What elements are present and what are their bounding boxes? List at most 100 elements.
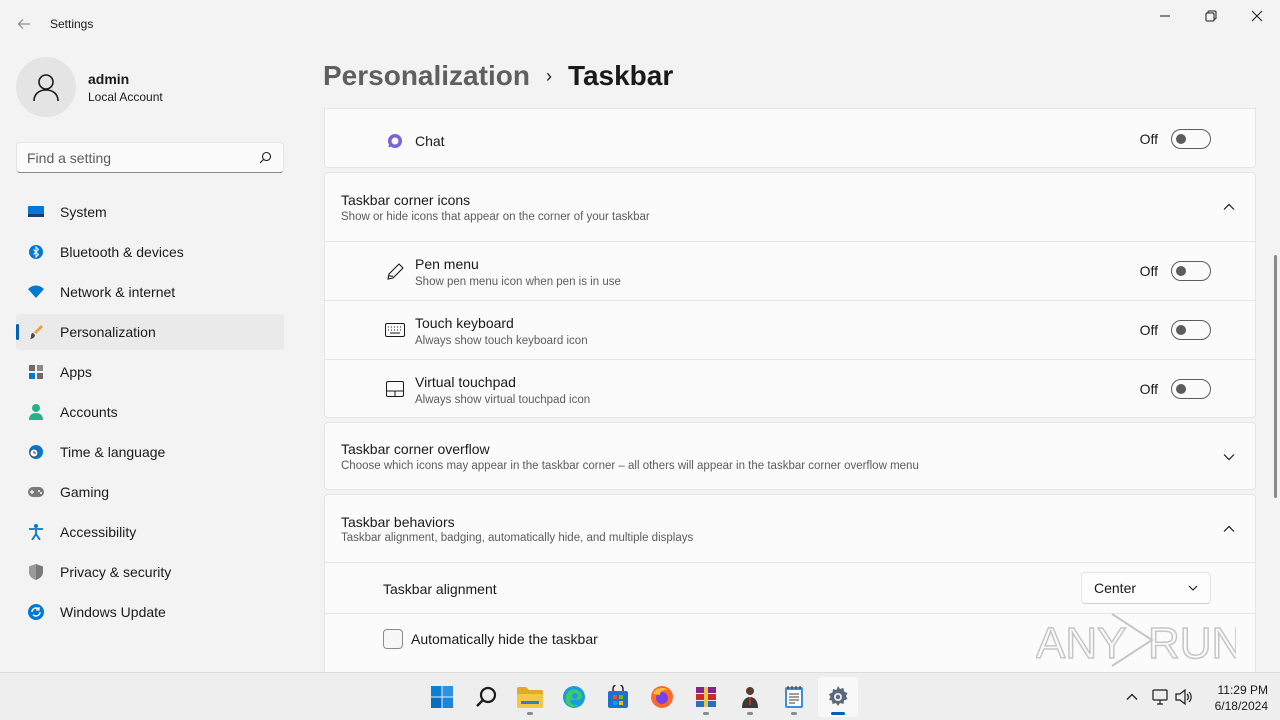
alignment-label: Taskbar alignment <box>383 581 497 597</box>
bluetooth-icon <box>28 244 44 260</box>
speaker-icon <box>1175 689 1192 705</box>
pen-menu-row: Pen menu Show pen menu icon when pen is … <box>325 241 1255 300</box>
corner-icons-header[interactable]: Taskbar corner icons Show or hide icons … <box>325 173 1255 241</box>
toggle-state-label: Off <box>1139 322 1158 338</box>
search-icon <box>476 686 497 707</box>
search-input[interactable] <box>27 149 257 166</box>
shield-icon <box>28 564 44 580</box>
taskbar-edge[interactable] <box>554 677 594 717</box>
store-icon <box>608 685 628 708</box>
virtual-touchpad-row: Virtual touchpad Always show virtual tou… <box>325 359 1255 418</box>
app-title: Settings <box>50 17 94 31</box>
sidebar-item-system[interactable]: System <box>16 194 284 230</box>
sidebar-item-time-language[interactable]: Time & language <box>16 434 284 470</box>
close-button[interactable] <box>1234 0 1280 32</box>
behaviors-header[interactable]: Taskbar behaviors Taskbar alignment, bad… <box>325 495 1255 562</box>
taskbar-clock[interactable]: 11:29 PM 6/18/2024 <box>1196 682 1268 714</box>
corner-icons-card: Taskbar corner icons Show or hide icons … <box>324 172 1256 418</box>
restore-button[interactable] <box>1188 0 1234 32</box>
sidebar-item-label: Time & language <box>60 444 166 460</box>
pen-menu-toggle[interactable] <box>1171 261 1211 281</box>
corner-overflow-card[interactable]: Taskbar corner overflow Choose which ico… <box>324 422 1256 490</box>
behaviors-subtitle: Taskbar alignment, badging, automaticall… <box>341 532 694 544</box>
taskbar-store[interactable] <box>598 677 638 717</box>
taskbar-file-explorer[interactable] <box>510 677 550 717</box>
chat-title: Chat <box>415 133 445 149</box>
virtual-touchpad-subtitle: Always show virtual touchpad icon <box>415 394 591 406</box>
chevron-up-icon[interactable] <box>1221 521 1237 537</box>
chevron-down-icon[interactable] <box>1221 449 1237 465</box>
taskbar-agent-app[interactable] <box>730 677 770 717</box>
chevron-up-icon <box>1126 693 1138 700</box>
running-indicator <box>703 712 709 715</box>
alignment-dropdown[interactable]: Center <box>1081 572 1211 604</box>
breadcrumb-parent[interactable]: Personalization <box>323 60 530 92</box>
sidebar-item-personalization[interactable]: Personalization <box>16 314 284 350</box>
edge-icon <box>563 686 585 708</box>
touch-keyboard-title: Touch keyboard <box>415 315 514 331</box>
chat-toggle-group: Off <box>1140 129 1211 149</box>
sidebar-item-bluetooth[interactable]: Bluetooth & devices <box>16 234 284 270</box>
sidebar-item-label: Accounts <box>60 404 118 420</box>
avatar <box>16 57 76 117</box>
running-indicator <box>747 712 753 715</box>
chevron-down-icon <box>1188 585 1198 591</box>
update-icon <box>28 604 44 620</box>
anyrun-watermark: ANY RUN <box>1035 608 1244 672</box>
sidebar-item-accessibility[interactable]: Accessibility <box>16 514 284 550</box>
sidebar-item-label: Bluetooth & devices <box>60 244 184 260</box>
autohide-checkbox[interactable] <box>383 629 403 649</box>
close-icon <box>1251 10 1263 22</box>
accounts-icon <box>28 404 44 420</box>
search-icon[interactable] <box>257 150 273 166</box>
chevron-right-icon: › <box>545 65 552 86</box>
windows-logo-icon <box>431 686 453 708</box>
back-button[interactable] <box>10 10 38 38</box>
file-explorer-icon <box>517 687 543 708</box>
minimize-button[interactable] <box>1142 0 1188 32</box>
taskbar-notepad[interactable] <box>774 677 814 717</box>
sidebar-item-privacy-security[interactable]: Privacy & security <box>16 554 284 590</box>
person-icon <box>33 74 59 102</box>
user-profile[interactable]: admin Local Account <box>16 57 163 117</box>
sidebar-item-gaming[interactable]: Gaming <box>16 474 284 510</box>
touchpad-icon <box>385 379 405 399</box>
toggle-state-label: Off <box>1139 131 1158 147</box>
winrar-icon <box>696 687 716 707</box>
sidebar-item-label: Windows Update <box>60 604 166 620</box>
toggle-state-label: Off <box>1139 381 1158 397</box>
network-tray-icon[interactable] <box>1148 685 1172 709</box>
taskbar-firefox[interactable] <box>642 677 682 717</box>
autohide-label[interactable]: Automatically hide the taskbar <box>411 631 598 647</box>
sidebar-item-accounts[interactable]: Accounts <box>16 394 284 430</box>
sidebar-item-apps[interactable]: Apps <box>16 354 284 390</box>
back-arrow-icon <box>17 19 30 29</box>
taskbar-winrar[interactable] <box>686 677 726 717</box>
volume-tray-icon[interactable] <box>1172 685 1196 709</box>
chat-setting-card: Chat Off <box>324 108 1256 168</box>
chat-toggle[interactable] <box>1171 129 1211 149</box>
start-button[interactable] <box>422 677 462 717</box>
sidebar-item-label: Personalization <box>60 324 156 340</box>
touch-keyboard-row: Touch keyboard Always show touch keyboar… <box>325 300 1255 359</box>
sidebar-item-network[interactable]: Network & internet <box>16 274 284 310</box>
clock-date: 6/18/2024 <box>1214 699 1268 713</box>
chat-icon <box>385 131 405 151</box>
settings-content: Chat Off Taskbar corner icons Show or hi… <box>324 108 1256 672</box>
sidebar-item-label: Apps <box>60 364 92 380</box>
clock-globe-icon <box>28 444 44 460</box>
taskbar-settings[interactable] <box>818 677 858 717</box>
search-box[interactable] <box>16 142 284 173</box>
toggle-knob <box>1176 134 1186 144</box>
virtual-touchpad-toggle[interactable] <box>1171 379 1211 399</box>
touch-keyboard-toggle[interactable] <box>1171 320 1211 340</box>
taskbar-search-button[interactable] <box>466 677 506 717</box>
running-indicator <box>791 712 797 715</box>
show-hidden-icons-button[interactable] <box>1120 685 1144 709</box>
corner-icons-subtitle: Show or hide icons that appear on the co… <box>341 211 650 223</box>
pen-icon <box>385 262 405 282</box>
scrollbar-thumb[interactable] <box>1274 255 1277 498</box>
chevron-up-icon[interactable] <box>1221 199 1237 215</box>
keyboard-icon <box>385 320 405 340</box>
sidebar-item-windows-update[interactable]: Windows Update <box>16 594 284 630</box>
